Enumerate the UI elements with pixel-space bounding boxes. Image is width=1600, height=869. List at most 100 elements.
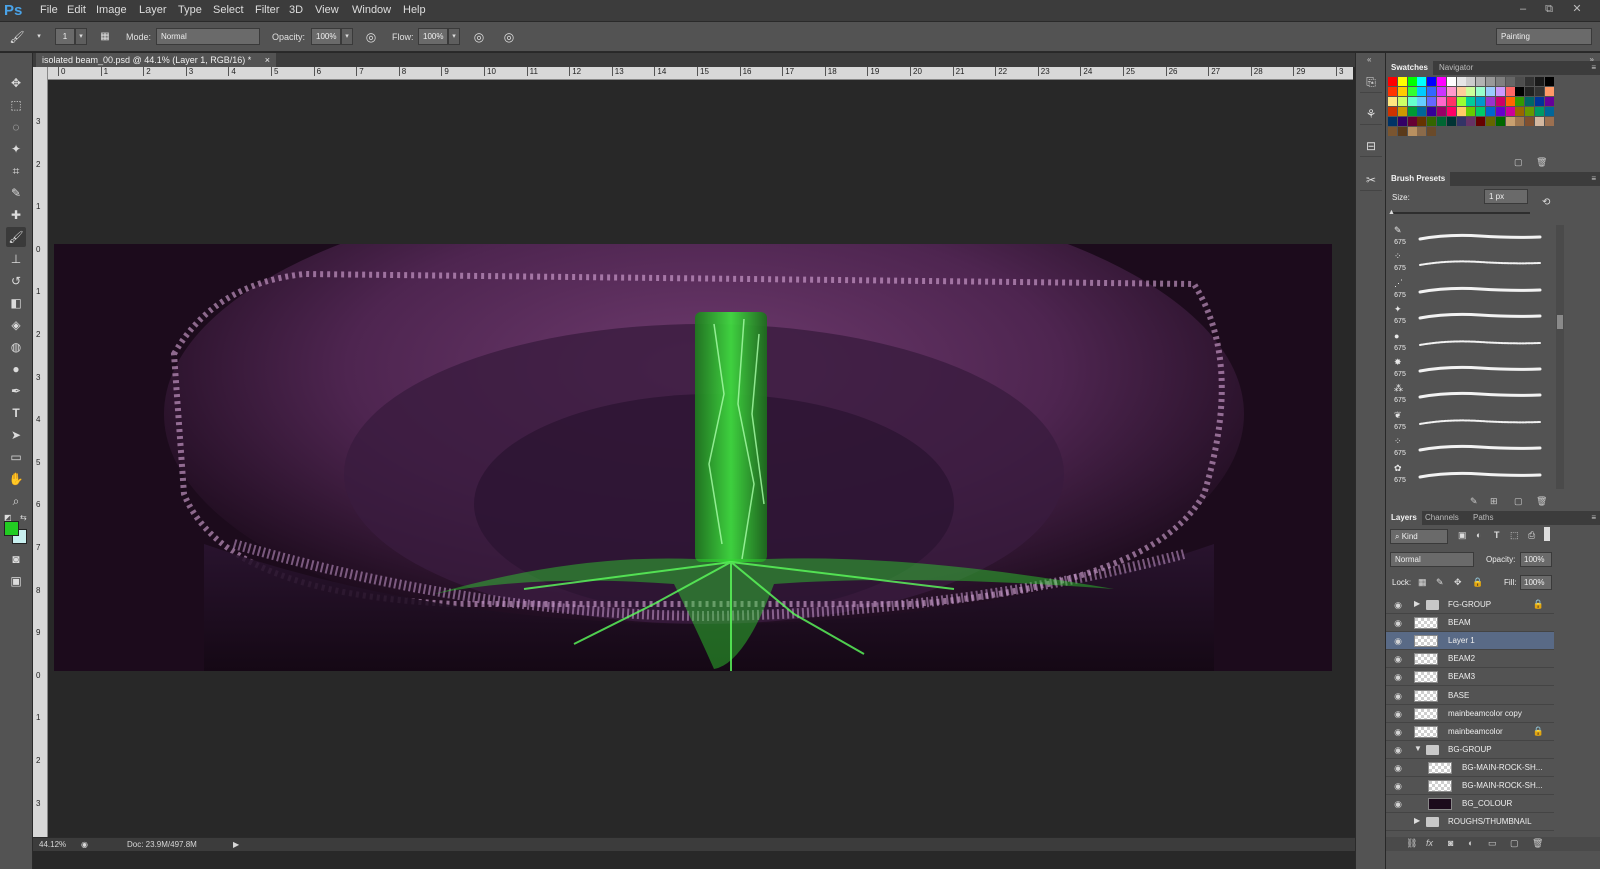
- color-swatch[interactable]: [1407, 117, 1417, 126]
- visibility-off-icon[interactable]: [1392, 816, 1404, 828]
- screen-mode-icon[interactable]: ▣: [6, 571, 26, 591]
- document-tab-close-icon[interactable]: ×: [265, 53, 270, 67]
- chevron-right-icon[interactable]: ▶: [1414, 816, 1420, 825]
- brush-preset-item[interactable]: ✿ 675: [1388, 463, 1548, 489]
- color-swatch[interactable]: [1544, 87, 1554, 96]
- color-swatch[interactable]: [1476, 87, 1486, 96]
- mode-select[interactable]: Normal: [156, 28, 260, 45]
- color-swatch[interactable]: [1397, 117, 1407, 126]
- color-swatch[interactable]: [1525, 77, 1535, 86]
- color-swatch[interactable]: [1505, 107, 1515, 116]
- color-swatch[interactable]: [1515, 87, 1525, 96]
- color-swatch[interactable]: [1446, 77, 1456, 86]
- lock-all-icon[interactable]: 🔒: [1472, 577, 1483, 588]
- dodge-tool-icon[interactable]: ●: [6, 359, 26, 379]
- color-swatch[interactable]: [1407, 87, 1417, 96]
- color-swatch[interactable]: [1515, 107, 1525, 116]
- layer-row[interactable]: ◉ BEAM: [1386, 614, 1554, 633]
- restore-button[interactable]: ⧉: [1538, 2, 1560, 16]
- color-swatch[interactable]: [1515, 117, 1525, 126]
- layer-opacity-field[interactable]: 100%: [1520, 552, 1552, 567]
- menu-3d[interactable]: 3D: [289, 4, 303, 16]
- color-swatch[interactable]: [1476, 107, 1486, 116]
- color-swatch[interactable]: [1466, 97, 1476, 106]
- color-swatch[interactable]: [1397, 77, 1407, 86]
- new-brush-icon[interactable]: ▢: [1514, 496, 1523, 507]
- menu-view[interactable]: View: [315, 4, 339, 16]
- layer-row[interactable]: ◉ Layer 1: [1386, 632, 1554, 651]
- flow-field[interactable]: 100%: [418, 28, 448, 45]
- color-swatch[interactable]: [1446, 97, 1456, 106]
- brush-picker-arrow-icon[interactable]: ▾: [75, 28, 87, 45]
- brush-tool-icon[interactable]: 🖌: [6, 227, 26, 247]
- tool-preset-dropdown-icon[interactable]: ▾: [30, 28, 48, 46]
- color-swatch[interactable]: [1437, 97, 1446, 106]
- color-swatch[interactable]: [1466, 77, 1476, 86]
- close-button[interactable]: ✕: [1566, 2, 1588, 16]
- color-swatch[interactable]: [1456, 117, 1466, 126]
- color-swatch[interactable]: [1525, 97, 1535, 106]
- layer-row[interactable]: ◉ BEAM2: [1386, 650, 1554, 669]
- color-swatch[interactable]: [1495, 87, 1505, 96]
- color-swatch[interactable]: [1495, 107, 1505, 116]
- eye-icon[interactable]: ◉: [1392, 599, 1404, 611]
- color-swatch[interactable]: [1456, 97, 1466, 106]
- new-group-icon[interactable]: ▭: [1488, 838, 1497, 849]
- layers-panel-menu-icon[interactable]: ≡: [1591, 511, 1596, 525]
- menu-select[interactable]: Select: [213, 4, 244, 16]
- color-swatch[interactable]: [1427, 117, 1437, 126]
- color-swatch[interactable]: [1427, 77, 1437, 86]
- layer-filter-kind[interactable]: ⌕ Kind: [1390, 529, 1448, 544]
- eye-icon[interactable]: ◉: [1392, 617, 1404, 629]
- tab-channels[interactable]: Channels: [1420, 511, 1464, 525]
- pressure-opacity-icon[interactable]: ◎: [362, 28, 380, 46]
- status-share-icon[interactable]: ◉: [81, 840, 88, 849]
- color-swatch[interactable]: [1446, 87, 1456, 96]
- marquee-tool-icon[interactable]: ⬚: [6, 95, 26, 115]
- color-swatch[interactable]: [1437, 77, 1446, 86]
- color-swatch[interactable]: [1407, 107, 1417, 116]
- color-swatch[interactable]: [1456, 107, 1466, 116]
- color-swatch[interactable]: [1505, 97, 1515, 106]
- brush-preset-item[interactable]: ● 675: [1388, 331, 1548, 357]
- brush-size-slider-thumb-icon[interactable]: ▲: [1388, 209, 1395, 216]
- opacity-arrow-icon[interactable]: ▾: [341, 28, 353, 45]
- tab-brush-presets[interactable]: Brush Presets: [1386, 172, 1451, 186]
- menu-help[interactable]: Help: [403, 4, 426, 16]
- brush-list-scrollbar[interactable]: [1556, 225, 1564, 489]
- filter-pixel-icon[interactable]: ▣: [1458, 530, 1467, 541]
- layer-group-row[interactable]: ◉ ▶ FG-GROUP 🔒: [1386, 596, 1554, 614]
- color-swatch[interactable]: [1515, 77, 1525, 86]
- brush-grid-view-icon[interactable]: ⊞: [1490, 496, 1498, 507]
- new-swatch-icon[interactable]: ▢: [1514, 157, 1523, 168]
- menu-type[interactable]: Type: [178, 4, 202, 16]
- brush-preset-item[interactable]: ✸ 675: [1388, 357, 1548, 383]
- color-swatch[interactable]: [1486, 77, 1495, 86]
- brush-preset-item[interactable]: ⁘ 675: [1388, 251, 1548, 277]
- eye-icon[interactable]: ◉: [1392, 708, 1404, 720]
- healing-brush-tool-icon[interactable]: ✚: [6, 205, 26, 225]
- layer-row[interactable]: ◉ mainbeamcolor 🔒: [1386, 723, 1554, 741]
- lasso-tool-icon[interactable]: ◌: [6, 117, 26, 137]
- color-swatch[interactable]: [1388, 117, 1397, 126]
- document-tab[interactable]: isolated beam_00.psd @ 44.1% (Layer 1, R…: [36, 53, 276, 67]
- menu-file[interactable]: File: [40, 4, 58, 16]
- filter-adjustment-icon[interactable]: ◐: [1476, 530, 1481, 540]
- color-swatch[interactable]: [1544, 77, 1554, 86]
- color-swatch[interactable]: [1427, 87, 1437, 96]
- minimize-button[interactable]: –: [1512, 2, 1534, 16]
- zoom-level[interactable]: 44.12%: [39, 840, 66, 849]
- layer-group-row[interactable]: ◉ ▼ BG-GROUP: [1386, 741, 1554, 759]
- move-tool-icon[interactable]: ✥: [6, 73, 26, 93]
- artwork-canvas[interactable]: [54, 244, 1332, 671]
- brush-preset-item[interactable]: ⁘ 675: [1388, 436, 1548, 462]
- color-swatch[interactable]: [1495, 77, 1505, 86]
- color-swatch[interactable]: [1407, 97, 1417, 106]
- color-swatch[interactable]: [1544, 117, 1554, 126]
- color-swatch[interactable]: [1397, 97, 1407, 106]
- collapse-dock-icon[interactable]: «: [1367, 55, 1371, 64]
- color-swatch[interactable]: [1427, 127, 1437, 136]
- color-swatch[interactable]: [1456, 87, 1466, 96]
- brush-size-field[interactable]: 1 px: [1484, 189, 1528, 204]
- color-swatch[interactable]: [1388, 107, 1397, 116]
